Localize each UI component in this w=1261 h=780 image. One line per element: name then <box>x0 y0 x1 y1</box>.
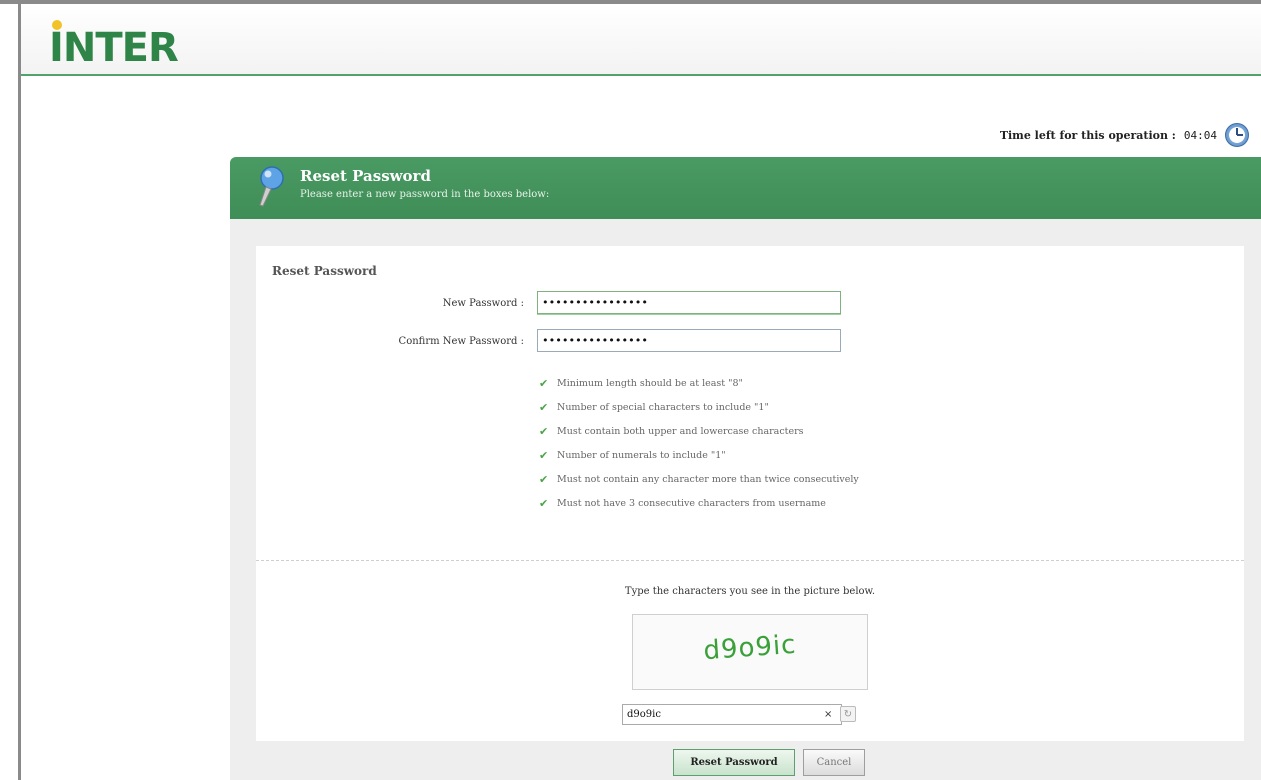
app-logo: INTER <box>49 25 179 71</box>
cancel-button[interactable]: Cancel <box>803 749 865 776</box>
rule-text: Number of special characters to include … <box>557 401 769 413</box>
check-icon: ✔ <box>539 424 549 438</box>
reset-password-button[interactable]: Reset Password <box>673 749 795 776</box>
rule-text: Must not contain any character more than… <box>557 473 859 485</box>
check-icon: ✔ <box>539 400 549 414</box>
clock-icon <box>1225 123 1249 147</box>
captcha-input[interactable] <box>622 703 842 725</box>
captcha-image: d9o9ic <box>632 614 868 690</box>
pushpin-icon <box>259 166 284 207</box>
list-item: ✔ Minimum length should be at least "8" <box>539 371 859 395</box>
list-item: ✔ Number of special characters to include… <box>539 395 859 419</box>
list-item: ✔ Must contain both upper and lowercase c… <box>539 419 859 443</box>
captcha-prompt: Type the characters you see in the pictu… <box>624 586 876 597</box>
refresh-icon[interactable]: ↻ <box>840 706 856 722</box>
new-password-field[interactable] <box>537 291 841 314</box>
reset-password-panel: Reset Password New Password : Confirm Ne… <box>256 246 1244 741</box>
list-item: ✔ Must not have 3 consecutive characters … <box>539 491 859 515</box>
rule-text: Minimum length should be at least "8" <box>557 377 743 389</box>
rule-text: Must not have 3 consecutive characters f… <box>557 497 826 509</box>
password-rules-list: ✔ Minimum length should be at least "8" ✔… <box>539 371 859 515</box>
rule-text: Number of numerals to include "1" <box>557 449 726 461</box>
page-banner: Reset Password Please enter a new passwo… <box>230 157 1261 219</box>
form-actions: Reset Password Cancel <box>673 749 865 776</box>
list-item: ✔ Must not contain any character more tha… <box>539 467 859 491</box>
captcha-image-text: d9o9ic <box>702 629 798 667</box>
check-icon: ✔ <box>539 472 549 486</box>
timer-value: 04:04 <box>1183 128 1217 142</box>
confirm-password-field[interactable] <box>537 329 841 352</box>
new-password-label: New Password : <box>442 298 524 309</box>
section-divider <box>256 560 1244 561</box>
check-icon: ✔ <box>539 496 549 510</box>
rule-text: Must contain both upper and lowercase ch… <box>557 425 804 437</box>
confirm-password-label: Confirm New Password : <box>398 336 524 347</box>
check-icon: ✔ <box>539 448 549 462</box>
check-icon: ✔ <box>539 376 549 390</box>
window-frame-left <box>18 4 21 780</box>
app-header: INTER <box>21 4 1261 76</box>
page-subtitle: Please enter a new password in the boxes… <box>300 189 550 200</box>
list-item: ✔ Number of numerals to include "1" <box>539 443 859 467</box>
session-timer: Time left for this operation : 04:04 <box>1000 122 1249 148</box>
section-title: Reset Password <box>272 264 377 278</box>
timer-label: Time left for this operation : <box>999 128 1176 142</box>
captcha-input-row: × ↻ <box>622 703 878 725</box>
page-title: Reset Password <box>300 167 431 185</box>
clear-icon[interactable]: × <box>824 709 836 720</box>
